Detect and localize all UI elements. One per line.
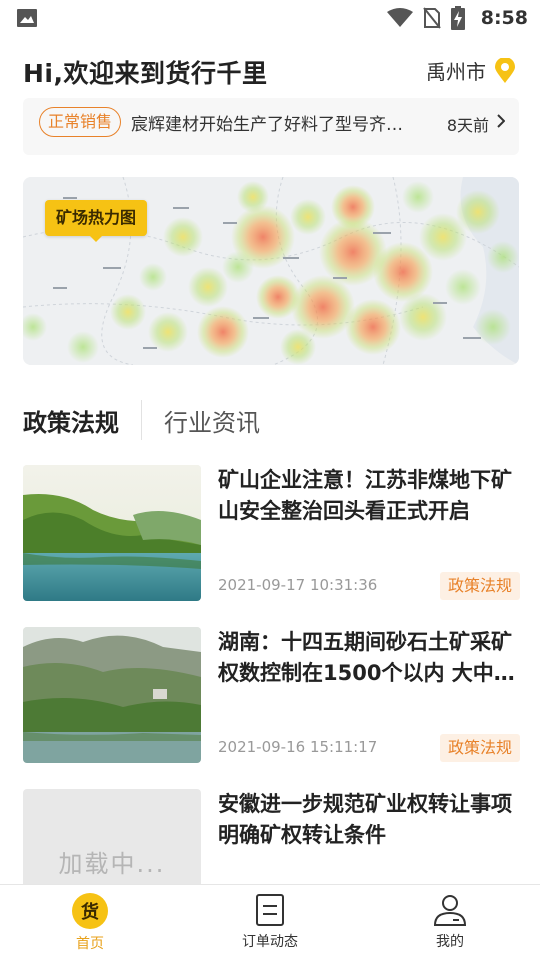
chevron-right-icon [497, 114, 505, 128]
no-sim-icon [422, 7, 441, 29]
nav-orders[interactable]: 订单动态 [210, 893, 330, 957]
status-bar: 8:58 [0, 0, 540, 36]
page-title: Hi,欢迎来到货行千里 [23, 59, 268, 88]
nav-profile-label: 我的 [436, 934, 464, 950]
image-notification-icon [17, 9, 37, 27]
user-icon [433, 895, 467, 926]
article-title: 矿山企业注意！江苏非煤地下矿山安全整治回头看正式开启 [218, 468, 512, 523]
nav-profile[interactable]: 我的 [390, 893, 510, 957]
tab-industry-news[interactable]: 行业资讯 [164, 403, 260, 438]
bottom-nav: 货 首页 订单动态 我的 [0, 884, 540, 960]
city-label: 禹州市 [426, 60, 486, 84]
city-selector[interactable]: 禹州市 [426, 56, 516, 85]
article-thumbnail [23, 465, 201, 601]
article-date: 2021-09-17 10:31:36 [218, 576, 378, 594]
article-tag: 政策法规 [439, 734, 520, 762]
header: Hi,欢迎来到货行千里 禹州市 [23, 52, 520, 92]
article-title: 湖南：十四五期间砂石土矿采矿权数控制在1500个以内 大中… [218, 630, 515, 685]
order-list-icon [256, 894, 284, 926]
notice-time: 8天前 [446, 116, 489, 135]
location-pin-icon [495, 57, 515, 83]
tab-divider [141, 400, 142, 440]
home-icon: 货 [72, 893, 108, 929]
notice-text: 宸辉建材开始生产了好料了型号齐… [131, 115, 403, 135]
article-date: 2021-09-16 15:11:17 [218, 738, 378, 756]
nav-home[interactable]: 货 首页 [30, 893, 150, 957]
article-thumbnail [23, 627, 201, 763]
map-heatmap-label[interactable]: 矿场热力图 [45, 200, 148, 242]
status-time: 8:58 [480, 7, 528, 29]
article-item[interactable]: 湖南：十四五期间砂石土矿采矿权数控制在1500个以内 大中… 2021-09-1… [23, 627, 520, 763]
nav-orders-label: 订单动态 [242, 934, 298, 950]
article-title: 安徽进一步规范矿业权转让事项明确矿权转让条件 [218, 792, 512, 847]
category-tabs: 政策法规 行业资讯 [23, 398, 260, 442]
nav-home-label: 首页 [76, 936, 104, 952]
tab-policy[interactable]: 政策法规 [23, 403, 119, 438]
notice-bar[interactable]: 正常销售 宸辉建材开始生产了好料了型号齐… 8天前 [23, 98, 519, 155]
status-badge: 正常销售 [39, 107, 122, 137]
wifi-icon [386, 8, 413, 27]
article-tag: 政策法规 [439, 572, 520, 600]
battery-charging-icon [450, 6, 465, 30]
article-item[interactable]: 矿山企业注意！江苏非煤地下矿山安全整治回头看正式开启 2021-09-17 10… [23, 465, 520, 601]
